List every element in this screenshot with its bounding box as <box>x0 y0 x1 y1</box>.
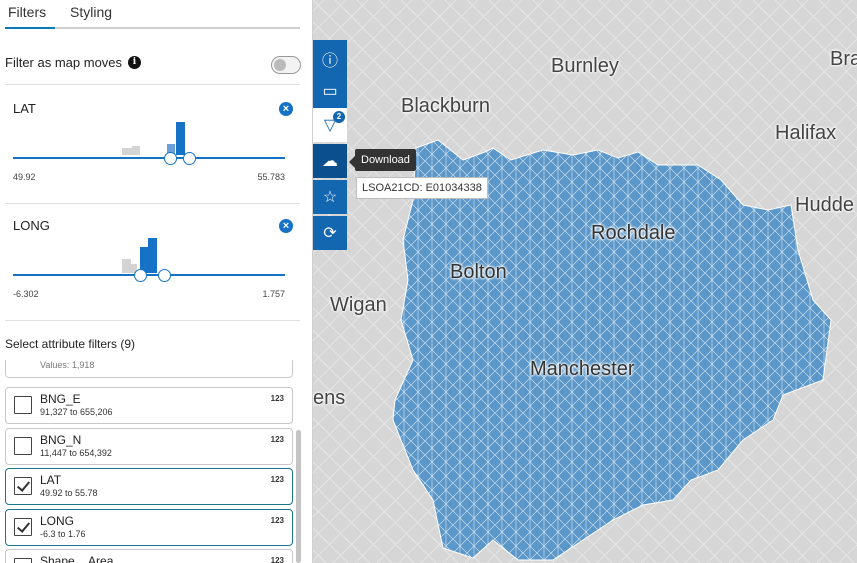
attribute-checkbox[interactable] <box>14 518 32 536</box>
place-label-wigan: Wigan <box>330 294 387 316</box>
attribute-list-scrollbar[interactable] <box>296 430 301 563</box>
place-label-burnley: Burnley <box>551 55 619 77</box>
place-label-bradford: Bra <box>830 48 857 70</box>
attribute-item[interactable]: Values: 1,918 <box>5 360 293 378</box>
check-icon <box>16 478 31 492</box>
place-label-bolton: Bolton <box>450 261 507 283</box>
lat-min-handle[interactable] <box>164 152 177 165</box>
tab-underline <box>5 27 300 29</box>
filter-as-map-moves-row: Filter as map moves i <box>5 50 301 85</box>
attribute-range: 49.92 to 55.78 <box>40 488 98 498</box>
comment-button[interactable]: ▭ <box>313 74 347 108</box>
histogram-bar <box>122 259 131 273</box>
attribute-range: 11,447 to 654,392 <box>40 448 112 458</box>
attribute-filter-list: Values: 1,918 BNG_E 91,327 to 655,206 12… <box>5 360 295 563</box>
tab-styling[interactable]: Styling <box>70 4 112 20</box>
tab-bar: Filters Styling <box>0 0 312 30</box>
download-button[interactable]: ☁ <box>313 144 347 178</box>
long-filter-name: LONG <box>13 218 50 233</box>
attribute-name: BNG_N <box>40 433 82 447</box>
histogram-bar <box>132 146 140 155</box>
active-tab-indicator <box>5 27 55 29</box>
download-tooltip: Download <box>349 149 416 171</box>
long-max-handle[interactable] <box>158 269 171 282</box>
lat-min-value: 49.92 <box>13 172 36 182</box>
attribute-checkbox[interactable] <box>14 558 32 563</box>
long-range-filter: LONG × -6.302 1.757 <box>5 204 300 321</box>
attribute-range: 91,327 to 655,206 <box>40 407 113 417</box>
long-slider-track[interactable] <box>13 274 285 276</box>
lat-slider-track[interactable] <box>13 157 285 159</box>
numeric-type-icon: 123 <box>270 516 284 525</box>
attribute-range: Values: 1,918 <box>40 360 95 370</box>
long-max-value: 1.757 <box>262 289 285 299</box>
refresh-icon: ⟳ <box>323 225 337 242</box>
attribute-checkbox[interactable] <box>14 437 32 455</box>
info-icon: ⓘ <box>321 53 338 70</box>
download-icon: ☁ <box>322 153 338 170</box>
attribute-checkbox[interactable] <box>14 477 32 495</box>
place-label-halifax: Halifax <box>775 122 837 144</box>
attribute-name: BNG_E <box>40 392 81 406</box>
lat-max-value: 55.783 <box>257 172 285 182</box>
toggle-knob <box>274 59 286 71</box>
favorite-button[interactable]: ☆ <box>313 180 347 214</box>
attribute-item-shape-area[interactable]: Shape__Area 123 <box>5 549 293 563</box>
attribute-filters-title: Select attribute filters (9) <box>5 337 136 351</box>
attribute-item-bng-n[interactable]: BNG_N 11,447 to 654,392 123 <box>5 428 293 465</box>
side-panel: Filters Styling Filter as map moves i LA… <box>0 0 313 563</box>
long-min-value: -6.302 <box>13 289 39 299</box>
numeric-type-icon: 123 <box>270 475 284 484</box>
numeric-type-icon: 123 <box>270 435 284 444</box>
info-button[interactable]: ⓘ <box>313 40 347 74</box>
place-label-manchester: Manchester <box>530 358 635 380</box>
histogram-bar <box>148 238 157 273</box>
info-icon[interactable]: i <box>128 56 141 69</box>
map-view[interactable]: Burnley Blackburn Halifax Rochdale Bolto… <box>313 0 857 563</box>
attribute-range: -6.3 to 1.76 <box>40 529 86 539</box>
numeric-type-icon: 123 <box>270 394 284 403</box>
check-icon <box>16 519 31 533</box>
tab-filters[interactable]: Filters <box>8 4 46 20</box>
place-label-huddersfield: Hudde <box>795 194 854 216</box>
refresh-button[interactable]: ⟳ <box>313 216 347 250</box>
feature-label: LSOA21CD: E01034338 <box>356 177 488 199</box>
filter-as-map-moves-label: Filter as map moves <box>5 55 123 70</box>
lat-range-filter: LAT × 49.92 55.783 <box>5 87 300 204</box>
map-toolbar: ⓘ ▭ ▽ 2 ☁ ☆ ⟳ <box>313 40 347 254</box>
attribute-name: Shape__Area <box>40 554 114 563</box>
place-label-rochdale: Rochdale <box>591 222 676 244</box>
histogram-bar <box>122 148 132 155</box>
place-label-st-helens: ens <box>313 387 346 409</box>
place-label-blackburn: Blackburn <box>401 95 490 117</box>
comment-icon: ▭ <box>322 83 338 100</box>
histogram-bar <box>176 122 185 155</box>
clear-long-filter-icon[interactable]: × <box>279 219 293 233</box>
star-icon: ☆ <box>322 189 338 206</box>
lat-filter-name: LAT <box>13 101 36 116</box>
lat-max-handle[interactable] <box>183 152 196 165</box>
filter-count-badge: 2 <box>333 111 345 123</box>
filter-button[interactable]: ▽ 2 <box>313 108 347 142</box>
attribute-checkbox[interactable] <box>14 396 32 414</box>
long-min-handle[interactable] <box>134 269 147 282</box>
filter-as-map-moves-toggle[interactable] <box>271 56 301 74</box>
attribute-item-bng-e[interactable]: BNG_E 91,327 to 655,206 123 <box>5 387 293 424</box>
map-canvas <box>313 0 857 563</box>
attribute-name: LONG <box>40 514 75 528</box>
attribute-name: LAT <box>40 473 62 487</box>
attribute-item-lat[interactable]: LAT 49.92 to 55.78 123 <box>5 468 293 505</box>
clear-lat-filter-icon[interactable]: × <box>279 102 293 116</box>
attribute-item-long[interactable]: LONG -6.3 to 1.76 123 <box>5 509 293 546</box>
numeric-type-icon: 123 <box>270 556 284 563</box>
